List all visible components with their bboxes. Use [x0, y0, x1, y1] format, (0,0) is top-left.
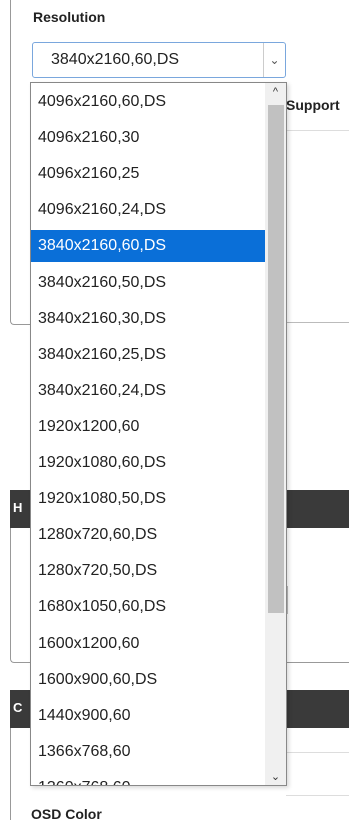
- resolution-label: Resolution: [33, 9, 106, 25]
- dropdown-option[interactable]: 1280x720,60,DS: [31, 519, 265, 551]
- support-column-label: Support: [286, 97, 340, 113]
- dropdown-option[interactable]: 4096x2160,30: [31, 122, 265, 154]
- dropdown-option[interactable]: 4096x2160,25: [31, 158, 265, 190]
- divider: [286, 130, 349, 131]
- scrollbar[interactable]: ^ ⌄: [265, 83, 286, 785]
- panel-border: [10, 728, 11, 820]
- resolution-select[interactable]: 3840x2160,60,DS ⌄: [32, 42, 286, 78]
- dropdown-option[interactable]: 1680x1050,60,DS: [31, 591, 265, 623]
- panel-header-title: C: [13, 700, 23, 715]
- dropdown-option[interactable]: 1360x768,60: [31, 772, 265, 785]
- dropdown-option[interactable]: 1600x900,60,DS: [31, 664, 265, 696]
- dropdown-option[interactable]: 4096x2160,60,DS: [31, 86, 265, 118]
- dropdown-option[interactable]: 3840x2160,60,DS: [31, 230, 265, 263]
- dropdown-option[interactable]: 1920x1080,50,DS: [31, 483, 265, 515]
- resolution-select-value: 3840x2160,60,DS: [51, 51, 180, 68]
- scroll-thumb[interactable]: [268, 105, 284, 613]
- dropdown-option[interactable]: 3840x2160,25,DS: [31, 339, 265, 371]
- dropdown-option[interactable]: 1920x1080,60,DS: [31, 447, 265, 479]
- dropdown-option[interactable]: 1280x720,50,DS: [31, 555, 265, 587]
- divider: [286, 795, 349, 796]
- dropdown-option[interactable]: 1920x1200,60: [31, 411, 265, 443]
- dropdown-option[interactable]: 4096x2160,24,DS: [31, 194, 265, 226]
- divider: [286, 752, 349, 753]
- dropdown-option[interactable]: 3840x2160,50,DS: [31, 267, 265, 299]
- panel-bottom-border: [286, 322, 349, 323]
- scroll-down-icon[interactable]: ⌄: [265, 767, 286, 785]
- chevron-down-icon[interactable]: ⌄: [263, 43, 285, 77]
- dropdown-option[interactable]: 3840x2160,24,DS: [31, 375, 265, 407]
- scroll-up-icon[interactable]: ^: [265, 83, 286, 101]
- dropdown-option[interactable]: 1600x1200,60: [31, 628, 265, 660]
- dropdown-option[interactable]: 1440x900,60: [31, 700, 265, 732]
- dropdown-option[interactable]: 3840x2160,30,DS: [31, 303, 265, 335]
- panel-border: [10, 0, 11, 320]
- dropdown-option[interactable]: 1366x768,60: [31, 736, 265, 768]
- panel-header-title: H: [13, 500, 23, 515]
- resolution-dropdown-list[interactable]: 4096x2160,60,DS 4096x2160,30 4096x2160,25 4…: [30, 82, 287, 786]
